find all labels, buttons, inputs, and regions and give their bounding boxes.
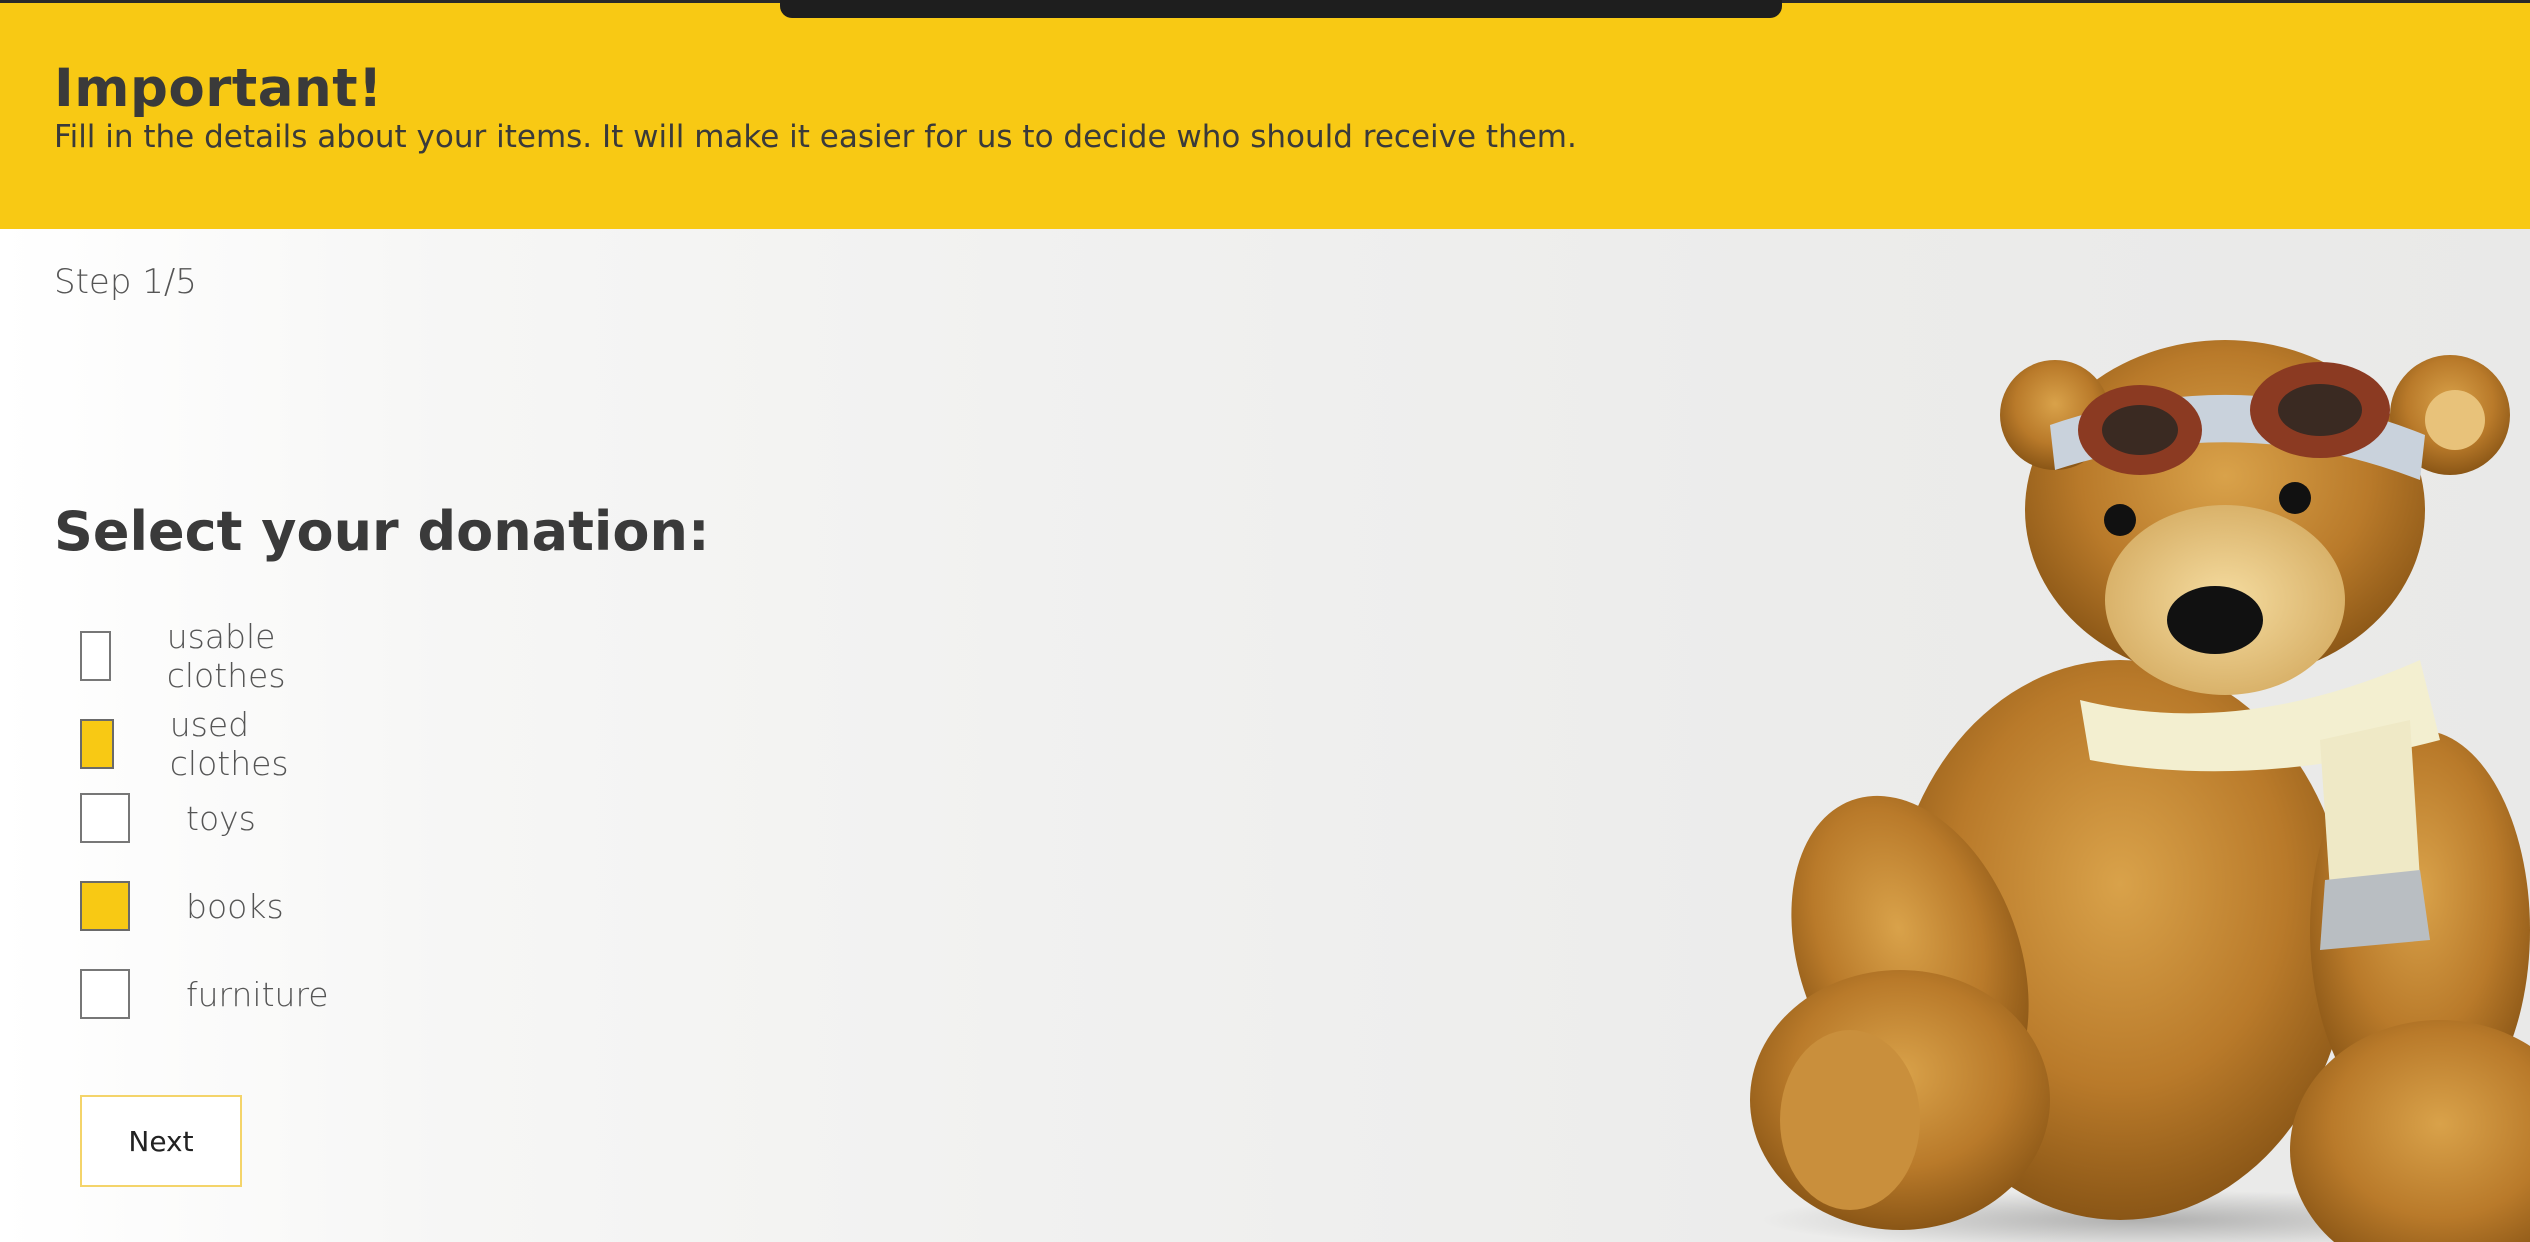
important-banner: Important! Fill in the details about you… (0, 3, 2530, 229)
option-label: usable clothes (166, 617, 286, 695)
step-indicator: Step 1/5 (54, 262, 197, 302)
option-books[interactable]: books (80, 881, 284, 931)
option-toys[interactable]: toys (80, 793, 256, 843)
option-label: books (186, 886, 284, 926)
checkbox-used-clothes[interactable] (80, 719, 114, 769)
banner-text: Fill in the details about your items. It… (54, 119, 1577, 155)
option-label: toys (186, 798, 256, 838)
option-furniture[interactable]: furniture (80, 969, 329, 1019)
banner-title: Important! (54, 58, 383, 119)
top-notch (780, 0, 1782, 18)
option-usable-clothes[interactable]: usable clothes (80, 617, 305, 695)
checkbox-furniture[interactable] (80, 969, 130, 1019)
teddy-bear-image (1750, 340, 2530, 1242)
option-label: used clothes (169, 705, 289, 783)
donation-heading: Select your donation: (54, 500, 710, 563)
next-button[interactable]: Next (80, 1095, 242, 1187)
page: Important! Fill in the details about you… (0, 0, 2530, 1242)
checkbox-toys[interactable] (80, 793, 130, 843)
checkbox-usable-clothes[interactable] (80, 631, 111, 681)
option-used-clothes[interactable]: used clothes (80, 705, 305, 783)
checkbox-books[interactable] (80, 881, 130, 931)
option-label: furniture (186, 974, 329, 1014)
